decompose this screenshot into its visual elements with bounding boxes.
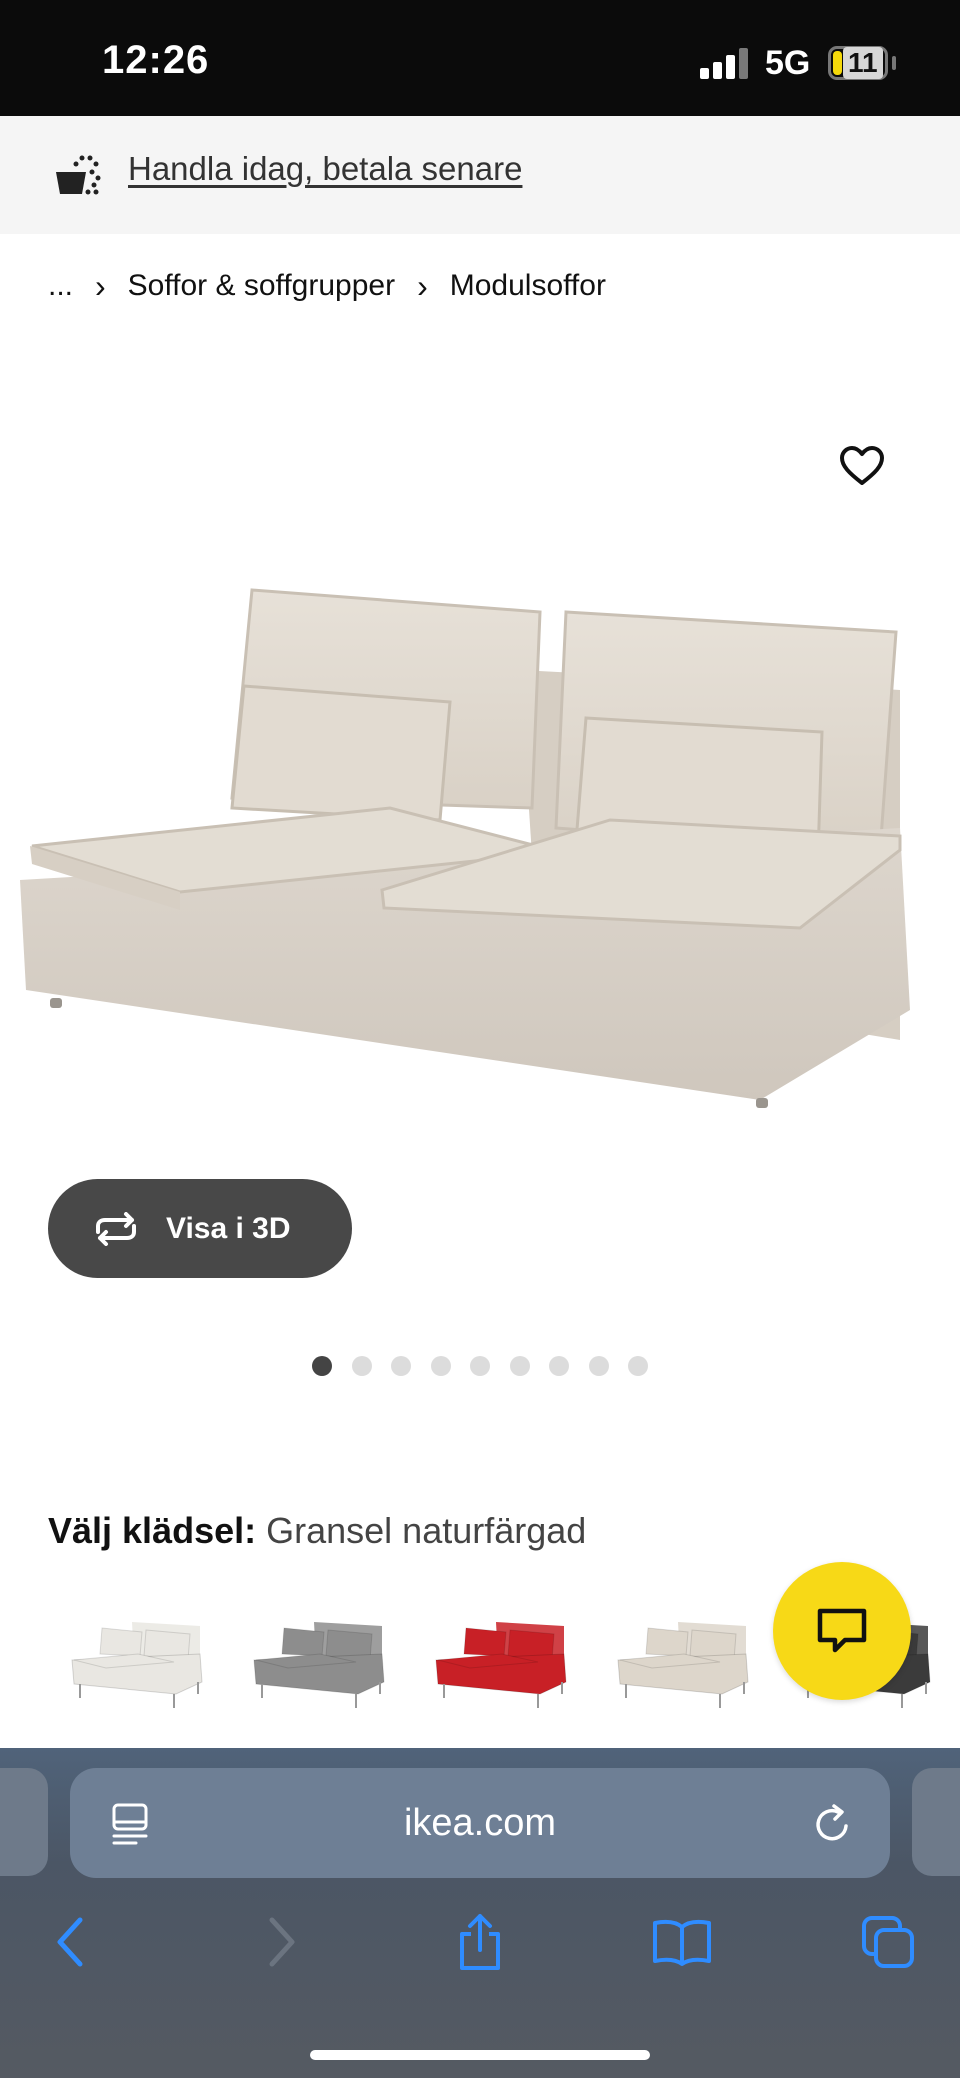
gallery-dot[interactable]	[588, 1356, 609, 1376]
gallery-dot[interactable]	[312, 1356, 332, 1376]
breadcrumb-separator: ›	[95, 267, 106, 304]
forward-button[interactable]	[248, 1910, 312, 1974]
view-3d-label: Visa i 3D	[166, 1211, 291, 1245]
back-icon	[57, 1917, 83, 1967]
fabric-label: Välj klädsel:	[48, 1510, 257, 1551]
rotate-3d-icon	[96, 1211, 136, 1246]
view-3d-button[interactable]: Visa i 3D	[48, 1179, 352, 1278]
gallery-dot[interactable]	[351, 1356, 372, 1376]
tabs-icon	[862, 1916, 914, 1968]
battery-level: 11	[843, 47, 883, 79]
share-button[interactable]	[448, 1910, 512, 1974]
shopping-bag-icon	[56, 155, 101, 195]
pay-later-link[interactable]: Handla idag, betala senare	[128, 150, 522, 188]
fabric-option-grey[interactable]	[244, 1604, 394, 1714]
fabric-option-red[interactable]	[426, 1604, 576, 1714]
gallery-dot[interactable]	[470, 1356, 490, 1376]
add-to-favorites-button[interactable]	[832, 436, 892, 496]
gallery-dot[interactable]	[628, 1356, 648, 1376]
breadcrumb-item-modular-sofas[interactable]: Modulsoffor	[450, 269, 606, 303]
share-icon	[460, 1914, 500, 1970]
reload-icon[interactable]	[810, 1802, 854, 1846]
back-button[interactable]	[40, 1910, 104, 1974]
gallery-dot[interactable]	[549, 1356, 569, 1376]
network-type: 5G	[765, 44, 811, 82]
fabric-value: Gransel naturfärgad	[266, 1510, 587, 1551]
signal-strength-icon	[700, 47, 750, 79]
fabric-option-beige[interactable]	[608, 1604, 758, 1714]
status-bar: 12:26 5G 11	[0, 0, 960, 116]
status-time: 12:26	[102, 38, 210, 82]
url-text: ikea.com	[403, 1802, 557, 1844]
bookmarks-button[interactable]	[650, 1910, 714, 1974]
fabric-selection: Välj klädsel: Gransel naturfärgad	[48, 1510, 586, 1552]
gallery-dot[interactable]	[430, 1356, 451, 1376]
gallery-pagination	[0, 1356, 960, 1378]
browser-toolbar: ikea.com	[0, 1748, 960, 2078]
address-bar[interactable]: ikea.com	[70, 1768, 890, 1878]
fabric-option-white[interactable]	[62, 1604, 212, 1714]
home-indicator	[310, 2050, 650, 2060]
chat-bubble-icon	[817, 1608, 867, 1653]
breadcrumb-separator: ›	[417, 267, 428, 304]
breadcrumb-item-sofas[interactable]: Soffor & soffgrupper	[128, 269, 395, 303]
sofa-section-image[interactable]	[0, 380, 960, 1180]
tabs-button[interactable]	[856, 1910, 920, 1974]
browser-nav-row	[0, 1910, 960, 1974]
breadcrumb: ... › Soffor & soffgrupper › Modulsoffor	[48, 266, 606, 306]
gallery-dot[interactable]	[509, 1356, 530, 1376]
bookmarks-icon	[653, 1919, 711, 1966]
breadcrumb-ellipsis[interactable]: ...	[48, 269, 73, 303]
next-tab-preview[interactable]	[912, 1768, 960, 1876]
chat-button[interactable]	[773, 1562, 911, 1700]
gallery-dot[interactable]	[391, 1356, 411, 1376]
heart-icon	[840, 446, 884, 485]
battery-icon: 11	[828, 46, 888, 80]
previous-tab-preview[interactable]	[0, 1768, 48, 1876]
forward-icon	[269, 1917, 295, 1967]
